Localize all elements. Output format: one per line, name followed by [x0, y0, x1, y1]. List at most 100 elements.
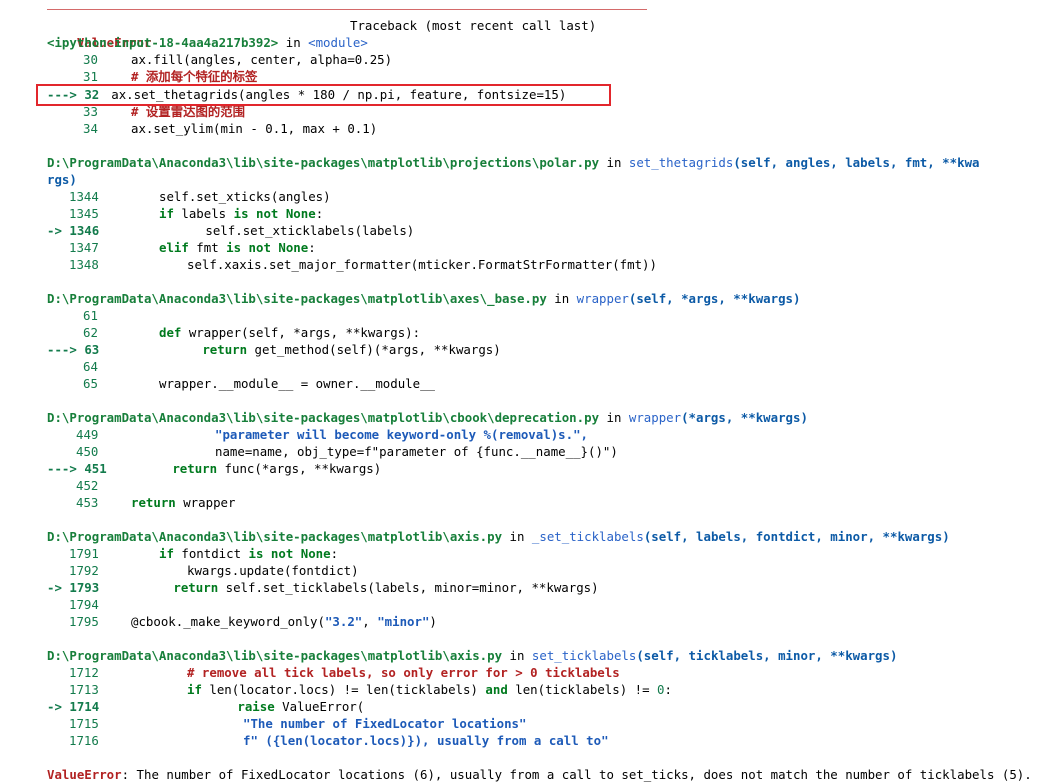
code-line: 453 return wrapper: [47, 494, 235, 511]
code-line: 1715 "The number of FixedLocator location…: [47, 715, 526, 732]
line-number: 1793: [69, 580, 100, 595]
frame-args: (self, ticklabels, minor, **kwargs): [636, 648, 898, 663]
code-line: 1713 if len(locator.locs) != len(ticklabe…: [47, 681, 672, 698]
traceback-header-right: Traceback (most recent call last): [350, 18, 597, 33]
line-number: 64: [83, 359, 98, 374]
code-text: self.xaxis.set_major_formatter(mticker.F…: [187, 257, 657, 272]
code-string: "parameter will become keyword-only %(re…: [215, 427, 588, 442]
frame-header: D:\ProgramData\Anaconda3\lib\site-packag…: [47, 410, 808, 425]
code-line: 1792 kwargs.update(fontdict): [47, 562, 359, 579]
code-line-current: -> 1714 raise ValueError(: [47, 699, 365, 714]
line-number: 1716: [69, 733, 99, 748]
code-line: 1716 f" ({len(locator.locs)}), usually fr…: [47, 732, 609, 749]
current-line-arrow: --->: [47, 342, 85, 357]
code-text: kwargs.update(fontdict): [187, 563, 359, 578]
line-number: 1347: [69, 240, 99, 255]
line-number: 1712: [69, 665, 99, 680]
frame-file: <ipython-input-18-4aa4a217b392>: [47, 35, 279, 50]
line-number: 1713: [69, 682, 99, 697]
frame-header-ipython: <ipython-input-18-4aa4a217b392> in <modu…: [47, 34, 368, 51]
frame-args: (*args, **kwargs): [681, 410, 808, 425]
code-line: 1712 # remove all tick labels, so only er…: [47, 664, 620, 681]
code-text: self.set_xticklabels(labels): [205, 223, 415, 238]
code-text: ax.fill(angles, center, alpha=0.25): [131, 52, 393, 67]
current-line-arrow: --->: [47, 461, 85, 476]
code-line: 1347 elif fmt is not None:: [47, 239, 316, 256]
frame-header: D:\ProgramData\Anaconda3\lib\site-packag…: [47, 291, 801, 306]
frame-args: (self, angles, labels, fmt, **kwa: [733, 155, 980, 170]
line-number: 449: [76, 427, 99, 442]
code-line: 65 wrapper.__module__ = owner.__module__: [47, 375, 435, 392]
line-number: 1792: [69, 563, 99, 578]
frame-func: _set_ticklabels: [531, 529, 644, 544]
frame-func: wrapper: [628, 410, 682, 425]
code-line: 62 def wrapper(self, *args, **kwargs):: [47, 324, 420, 341]
code-line: 30 ax.fill(angles, center, alpha=0.25): [47, 51, 392, 68]
code-comment: # 添加每个特征的标签: [131, 69, 258, 84]
frame-args: (self, *args, **kwargs): [628, 291, 801, 306]
frame-func: set_ticklabels: [531, 648, 637, 663]
line-number: 1714: [69, 699, 100, 714]
code-line: 450 name=name, obj_type=f"parameter of {f…: [47, 443, 618, 460]
line-number: 1345: [69, 206, 99, 221]
code-line: 1344 self.set_xticks(angles): [47, 188, 331, 205]
code-line: 31 # 添加每个特征的标签: [47, 68, 257, 85]
line-number: 1346: [69, 223, 100, 238]
final-error-message: : The number of FixedLocator locations (…: [121, 767, 1032, 782]
code-line-current: ---> 63 return get_method(self)(*args, **…: [47, 342, 501, 357]
line-number: 450: [76, 444, 99, 459]
code-text: ax.set_ylim(min - 0.1, max + 0.1): [131, 121, 378, 136]
code-line: 64: [47, 358, 159, 375]
line-number: 1715: [69, 716, 99, 731]
line-number: 63: [84, 342, 100, 357]
code-string: "The number of FixedLocator locations": [243, 716, 527, 731]
code-line: 452: [47, 477, 131, 494]
line-number: 453: [76, 495, 99, 510]
line-number: 61: [83, 308, 98, 323]
line-number: 62: [83, 325, 98, 340]
code-text: name=name, obj_type=f"parameter of {func…: [215, 444, 618, 459]
frame-file: D:\ProgramData\Anaconda3\lib\site-packag…: [47, 529, 503, 544]
frame-func: set_thetagrids: [628, 155, 734, 170]
code-line: 1348 self.xaxis.set_major_formatter(mtick…: [47, 256, 657, 273]
line-number: 30: [83, 52, 98, 67]
code-line: 1345 if labels is not None:: [47, 205, 323, 222]
line-number: 1794: [69, 597, 99, 612]
line-number: 1795: [69, 614, 99, 629]
frame-header: D:\ProgramData\Anaconda3\lib\site-packag…: [47, 155, 980, 170]
code-line-current: -> 1793 return self.set_ticklabels(labels…: [47, 580, 599, 595]
code-line: 1794: [47, 596, 131, 613]
code-line: 1795 @cbook._make_keyword_only("3.2", "mi…: [47, 613, 437, 630]
frame-header: D:\ProgramData\Anaconda3\lib\site-packag…: [47, 648, 898, 663]
current-line-arrow: ->: [47, 223, 70, 238]
line-number: 452: [76, 478, 99, 493]
code-line: 449 "parameter will become keyword-only %…: [47, 426, 588, 443]
line-number: 1348: [69, 257, 99, 272]
traceback-header: ValueError: [47, 17, 152, 50]
frame-file: D:\ProgramData\Anaconda3\lib\site-packag…: [47, 291, 547, 306]
frame-func: wrapper: [576, 291, 629, 306]
line-number: 451: [84, 461, 107, 476]
line-number: 1344: [69, 189, 99, 204]
code-line: 61: [47, 307, 159, 324]
frame-file: D:\ProgramData\Anaconda3\lib\site-packag…: [47, 648, 503, 663]
final-error-name: ValueError: [47, 767, 122, 782]
frame-args-wrap: rgs): [47, 172, 77, 187]
code-text: wrapper.__module__ = owner.__module__: [159, 376, 436, 391]
line-number: 1791: [69, 546, 99, 561]
code-line: 1791 if fontdict is not None:: [47, 545, 338, 562]
frame-file: D:\ProgramData\Anaconda3\lib\site-packag…: [47, 410, 600, 425]
in-word: in: [285, 35, 301, 50]
current-line-arrow: ->: [47, 580, 70, 595]
frame-file: D:\ProgramData\Anaconda3\lib\site-packag…: [47, 155, 600, 170]
line-number: 34: [83, 121, 98, 136]
frame-args: (self, labels, fontdict, minor, **kwargs…: [643, 529, 950, 544]
traceback-divider: [47, 9, 647, 10]
code-line-current: -> 1346 self.set_xticklabels(labels): [47, 222, 414, 239]
final-error: ValueError: The number of FixedLocator l…: [47, 766, 1032, 783]
frame-header: D:\ProgramData\Anaconda3\lib\site-packag…: [47, 529, 950, 544]
code-string: f" ({len(locator.locs)}), usually from a…: [243, 733, 609, 748]
code-comment: # 设置雷达图的范围: [131, 104, 246, 119]
line-number: 65: [83, 376, 98, 391]
code-text: self.set_xticks(angles): [159, 189, 331, 204]
